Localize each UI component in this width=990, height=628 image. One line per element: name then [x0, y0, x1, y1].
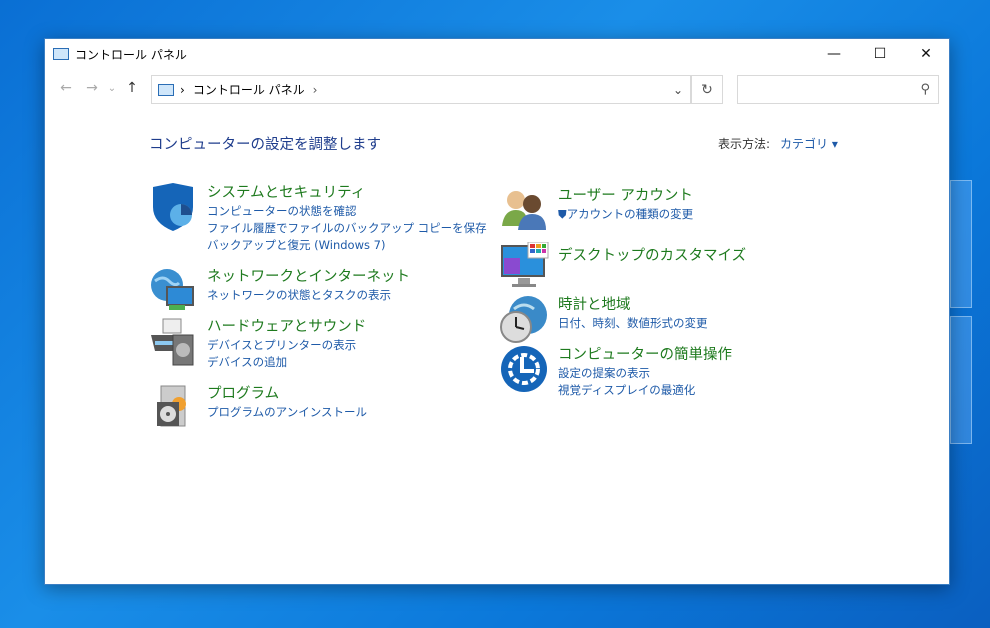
forward-button[interactable]: →	[79, 80, 105, 96]
category-link[interactable]: 視覚ディスプレイの最適化	[558, 382, 732, 399]
category-link[interactable]: 設定の提案の表示	[558, 365, 732, 382]
category-link[interactable]: ファイル履歴でファイルのバックアップ コピーを保存	[207, 220, 487, 237]
category-title[interactable]: プログラム	[207, 384, 367, 404]
category-link[interactable]: 日付、時刻、数値形式の変更	[558, 315, 708, 332]
view-by-dropdown[interactable]: カテゴリ ▾	[780, 137, 838, 151]
close-button[interactable]: ✕	[903, 39, 949, 69]
category-appearance: デスクトップのカスタマイズ	[500, 241, 746, 292]
category-link[interactable]: デバイスとプリンターの表示	[207, 337, 366, 354]
address-dropdown-button[interactable]: ⌄	[666, 83, 690, 97]
category-title[interactable]: デスクトップのカスタマイズ	[558, 246, 746, 266]
back-button[interactable]: ←	[53, 80, 79, 96]
address-bar[interactable]: › コントロール パネル › ⌄	[151, 75, 691, 104]
chevron-right-icon[interactable]: ›	[313, 83, 318, 97]
category-link[interactable]: コンピューターの状態を確認	[207, 203, 487, 220]
recent-locations-button[interactable]: ⌄	[105, 83, 119, 94]
category-link[interactable]: バックアップと復元 (Windows 7)	[207, 237, 487, 254]
control-panel-icon	[158, 83, 174, 96]
search-icon: ⚲	[920, 82, 930, 97]
search-input[interactable]: ⚲	[737, 75, 939, 104]
category-system-security: システムとセキュリティ コンピューターの状態を確認 ファイル履歴でファイルのバッ…	[149, 183, 487, 254]
category-title[interactable]: ユーザー アカウント	[558, 186, 693, 206]
category-link[interactable]: ネットワークの状態とタスクの表示	[207, 287, 410, 304]
shield-icon[interactable]	[149, 183, 199, 233]
desktop-pane	[950, 316, 972, 444]
printer-icon[interactable]	[149, 317, 199, 367]
ease-of-access-icon[interactable]	[500, 345, 550, 395]
category-title[interactable]: ハードウェアとサウンド	[207, 317, 366, 337]
view-by-label: 表示方法:	[718, 137, 771, 151]
minimize-button[interactable]: —	[811, 39, 857, 69]
category-hardware-sound: ハードウェアとサウンド デバイスとプリンターの表示 デバイスの追加	[149, 317, 366, 371]
category-title[interactable]: 時計と地域	[558, 295, 708, 315]
network-icon[interactable]	[149, 267, 199, 317]
category-link[interactable]: ⛊アカウントの種類の変更	[558, 206, 693, 223]
category-programs: プログラム プログラムのアンインストール	[149, 384, 367, 434]
category-title[interactable]: コンピューターの簡単操作	[558, 345, 732, 365]
chevron-right-icon: ›	[180, 82, 185, 97]
category-link[interactable]: デバイスの追加	[207, 354, 366, 371]
view-by: 表示方法: カテゴリ ▾	[718, 135, 838, 152]
page-title: コンピューターの設定を調整します	[149, 137, 381, 153]
control-panel-window: コントロール パネル — ☐ ✕ ← → ⌄ ↑ › コントロール パネル › …	[44, 38, 950, 585]
category-title[interactable]: システムとセキュリティ	[207, 183, 487, 203]
category-clock-region: 時計と地域 日付、時刻、数値形式の変更	[500, 295, 708, 345]
desktop-pane	[950, 180, 972, 308]
refresh-button[interactable]: ↻	[691, 75, 723, 104]
desktop-icon[interactable]	[500, 241, 550, 292]
title-bar: コントロール パネル — ☐ ✕	[45, 39, 949, 69]
programs-icon[interactable]	[149, 384, 199, 434]
clock-globe-icon[interactable]	[500, 295, 550, 345]
category-ease-of-access: コンピューターの簡単操作 設定の提案の表示 視覚ディスプレイの最適化	[500, 345, 732, 399]
category-network-internet: ネットワークとインターネット ネットワークの状態とタスクの表示	[149, 267, 410, 317]
category-link[interactable]: プログラムのアンインストール	[207, 404, 367, 421]
breadcrumb-control-panel[interactable]: コントロール パネル	[193, 81, 305, 98]
up-button[interactable]: ↑	[119, 80, 145, 96]
control-panel-icon	[53, 48, 69, 60]
window-title: コントロール パネル	[75, 47, 187, 62]
users-icon[interactable]	[500, 186, 550, 236]
maximize-button[interactable]: ☐	[857, 39, 903, 69]
category-title[interactable]: ネットワークとインターネット	[207, 267, 410, 287]
category-user-accounts: ユーザー アカウント ⛊アカウントの種類の変更	[500, 186, 693, 236]
uac-shield-icon: ⛊	[558, 207, 567, 221]
